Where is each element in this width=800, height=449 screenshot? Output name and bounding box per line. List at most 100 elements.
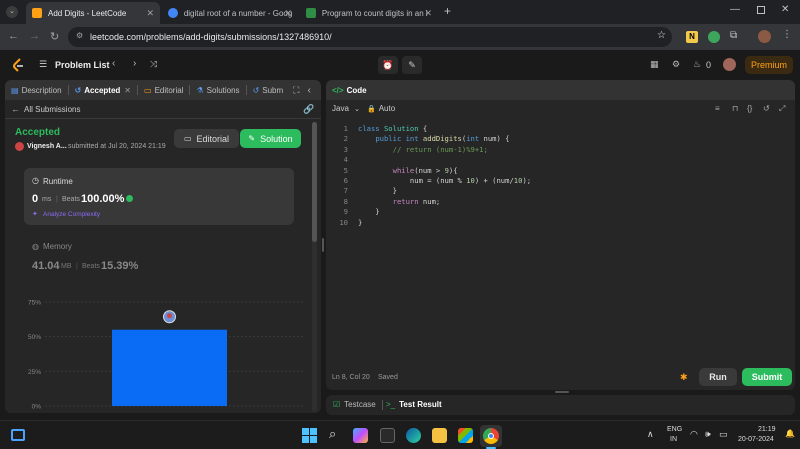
restore-button[interactable] bbox=[757, 6, 765, 14]
tab-editorial[interactable]: ▭ Editorial bbox=[138, 86, 189, 95]
leetcode-logo-icon[interactable] bbox=[12, 58, 24, 72]
prev-problem-icon[interactable]: ‹ bbox=[112, 58, 115, 69]
panel-resize-handle[interactable] bbox=[555, 391, 569, 393]
battery-icon[interactable]: ▭ bbox=[719, 429, 728, 440]
minimize-button[interactable]: — bbox=[730, 4, 740, 15]
tab-testcase[interactable]: ☑ Testcase bbox=[333, 400, 376, 409]
next-problem-icon[interactable]: › bbox=[133, 58, 136, 69]
back-arrow-icon[interactable]: ← bbox=[8, 30, 19, 42]
reset-icon[interactable]: ↺ bbox=[763, 104, 770, 113]
submit-button[interactable]: Submit bbox=[742, 368, 792, 386]
timer-button[interactable]: ⏰ bbox=[378, 56, 398, 74]
solution-button[interactable]: ✎ Solution bbox=[240, 129, 301, 148]
code-line[interactable]: 8 return num; bbox=[326, 197, 795, 207]
code-line[interactable]: 7 } bbox=[326, 186, 795, 196]
chart-bar[interactable] bbox=[112, 329, 227, 406]
code-line[interactable]: 3 // return (num-1)%9+1; bbox=[326, 145, 795, 155]
copilot-icon[interactable] bbox=[353, 428, 368, 443]
scrollbar[interactable] bbox=[312, 122, 317, 412]
reload-icon[interactable]: ↻ bbox=[50, 30, 59, 43]
tab-submissions[interactable]: ↺ Subm bbox=[247, 86, 290, 95]
notes-button[interactable]: ✎ bbox=[402, 56, 422, 74]
bookmark-icon[interactable]: ⊓ bbox=[732, 104, 738, 113]
code-line[interactable]: 4 bbox=[326, 155, 795, 165]
shuffle-icon[interactable]: ⤨ bbox=[150, 59, 157, 70]
collapse-chevron-icon[interactable]: ‹ bbox=[307, 85, 310, 96]
premium-button[interactable]: Premium bbox=[745, 56, 793, 74]
layout-icon[interactable]: ▦ bbox=[650, 59, 659, 70]
list-icon[interactable]: ☰ bbox=[39, 59, 47, 70]
wifi-icon[interactable]: ◠ bbox=[690, 429, 698, 440]
expand-icon[interactable]: ⤢ bbox=[779, 104, 785, 114]
memory-beats-label: Beats bbox=[82, 263, 100, 270]
code-line[interactable]: 5 while(num > 9){ bbox=[326, 166, 795, 176]
tab-description[interactable]: ▤ Description bbox=[5, 86, 68, 95]
scrollbar-thumb[interactable] bbox=[312, 122, 317, 242]
code-line[interactable]: 6 num = (num % 10) + (num/10); bbox=[326, 176, 795, 186]
panel-resize-handle[interactable] bbox=[322, 238, 324, 252]
chrome-taskbar-icon[interactable] bbox=[480, 425, 502, 447]
back-arrow-icon[interactable]: ← bbox=[11, 104, 20, 114]
address-bar[interactable]: ⚙ leetcode.com/problems/add-digits/submi… bbox=[68, 27, 672, 47]
settings-gear-icon[interactable]: ⚙ bbox=[672, 59, 680, 70]
tab-search-icon[interactable]: ⌄ bbox=[6, 6, 18, 18]
code-line[interactable]: 1 class Solution { bbox=[326, 124, 795, 134]
new-tab-button[interactable]: + bbox=[444, 4, 451, 18]
code-editor[interactable]: 1 class Solution {2 public int addDigits(… bbox=[326, 124, 795, 364]
site-info-icon[interactable]: ⚙ bbox=[76, 31, 83, 40]
all-submissions-link[interactable]: All Submissions bbox=[24, 105, 80, 114]
autosave-mode[interactable]: 🔒 Auto bbox=[367, 104, 395, 113]
store-icon[interactable] bbox=[458, 428, 473, 443]
code-line[interactable]: 10} bbox=[326, 218, 795, 228]
tab-test-result[interactable]: >_ Test Result bbox=[386, 400, 442, 409]
bookmark-star-icon[interactable]: ☆ bbox=[657, 30, 666, 41]
notification-bell-icon[interactable]: 🔔 bbox=[785, 429, 795, 438]
browser-tab-leetcode[interactable]: Add Digits - LeetCode ✕ bbox=[26, 2, 160, 24]
extensions-puzzle-icon[interactable]: ⧉ bbox=[730, 30, 737, 41]
close-icon[interactable]: ✕ bbox=[146, 8, 154, 19]
close-icon[interactable]: ✕ bbox=[124, 86, 131, 95]
code-line[interactable]: 9 } bbox=[326, 207, 795, 217]
problem-list-link[interactable]: Problem List bbox=[55, 60, 110, 70]
language-bottom[interactable]: IN bbox=[670, 436, 677, 443]
task-view-icon[interactable] bbox=[380, 428, 395, 443]
code-line[interactable]: 2 public int addDigits(int num) { bbox=[326, 134, 795, 144]
runtime-card[interactable]: ◷ Runtime 0 ms | Beats 100.00% ✦ Analyze… bbox=[24, 168, 294, 225]
browser-tab-gfg[interactable]: Program to count digits in an i ✕ bbox=[300, 2, 438, 24]
profile-avatar[interactable] bbox=[758, 30, 771, 43]
braces-icon[interactable]: {} bbox=[747, 104, 752, 113]
language-select[interactable]: Java ⌄ bbox=[332, 104, 360, 113]
maximize-icon[interactable]: ⛶ bbox=[293, 85, 299, 96]
desktop-widget-icon[interactable] bbox=[11, 429, 25, 441]
tab-accepted[interactable]: ↺ Accepted ✕ bbox=[69, 86, 137, 95]
format-icon[interactable]: ≡ bbox=[715, 104, 720, 113]
close-window-button[interactable]: ✕ bbox=[781, 4, 789, 15]
language-top[interactable]: ENG bbox=[667, 426, 682, 433]
close-icon[interactable]: ✕ bbox=[284, 8, 292, 19]
file-explorer-icon[interactable] bbox=[432, 428, 447, 443]
share-link-icon[interactable]: 🔗 bbox=[303, 104, 314, 115]
submitter-name[interactable]: Vignesh A... bbox=[27, 143, 67, 150]
memory-title[interactable]: Memory bbox=[43, 242, 72, 251]
clock-date[interactable]: 20-07-2024 bbox=[738, 436, 774, 443]
run-button[interactable]: Run bbox=[699, 368, 737, 386]
forward-arrow-icon[interactable]: → bbox=[29, 30, 40, 42]
tab-code[interactable]: </> Code bbox=[326, 86, 373, 95]
debug-bug-icon[interactable]: ✱ bbox=[680, 372, 688, 383]
search-icon[interactable]: ⌕ bbox=[329, 426, 336, 442]
editorial-button[interactable]: ▭ Editorial bbox=[174, 129, 239, 148]
extension-shield-icon[interactable] bbox=[708, 31, 720, 43]
chrome-menu-icon[interactable]: ⋮ bbox=[782, 29, 792, 40]
streak-fire-icon[interactable]: ♨ bbox=[693, 59, 701, 70]
chevron-up-icon[interactable]: ∧ bbox=[647, 429, 654, 440]
volume-icon[interactable]: 🕪 bbox=[705, 429, 711, 440]
user-avatar[interactable] bbox=[723, 58, 736, 71]
analyze-complexity-link[interactable]: Analyze Complexity bbox=[43, 211, 100, 218]
close-icon[interactable]: ✕ bbox=[424, 8, 432, 19]
browser-tab-google[interactable]: digital root of a number - Goog ✕ bbox=[162, 2, 298, 24]
extension-icon[interactable]: N bbox=[686, 31, 698, 43]
tab-solutions[interactable]: ⚗ Solutions bbox=[190, 86, 245, 95]
edge-browser-icon[interactable] bbox=[406, 428, 421, 443]
clock-time[interactable]: 21:19 bbox=[758, 426, 776, 433]
start-windows-icon[interactable] bbox=[302, 428, 317, 443]
